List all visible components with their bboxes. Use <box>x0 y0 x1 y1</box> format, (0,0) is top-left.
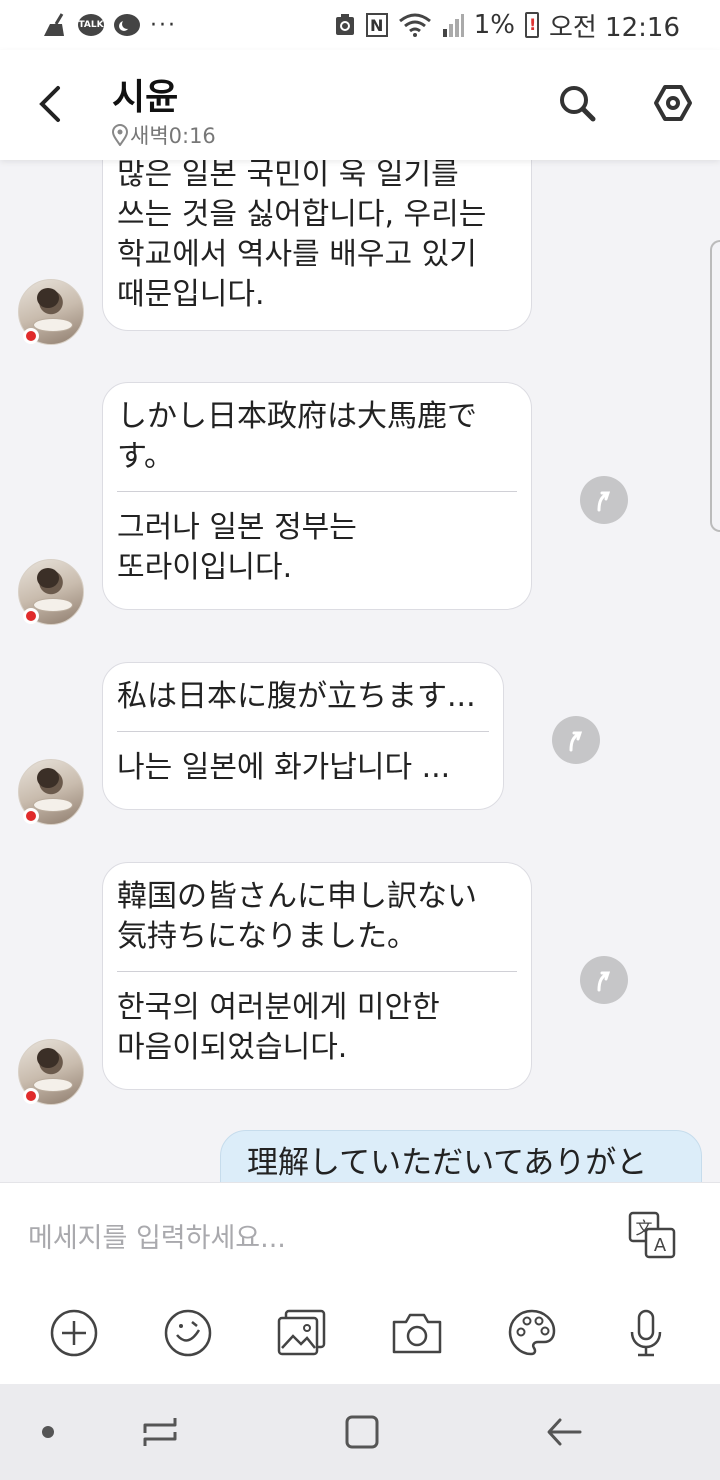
translated-text: 또라이입니다. <box>117 550 293 585</box>
add-button[interactable] <box>42 1301 106 1365</box>
mic-icon <box>630 1309 662 1357</box>
translate-toggle-button[interactable] <box>580 956 628 1004</box>
signal-icon <box>442 13 464 37</box>
unread-dot <box>23 608 39 624</box>
message-bubble[interactable]: 私は日本に腹が立ちます... 나는 일본에 화가납니다 ... <box>102 662 504 810</box>
compose-area: 文 A <box>0 1182 720 1384</box>
original-text: す。 <box>117 439 174 474</box>
message-text: 학교에서 역사를 배우고 있기 <box>117 237 477 272</box>
avatar[interactable] <box>18 1039 84 1105</box>
translate-icon: 文 A <box>628 1211 676 1259</box>
message-text: 쓰는 것을 싫어합니다, 우리는 <box>117 197 487 232</box>
translation-divider <box>117 731 489 732</box>
add-icon <box>50 1309 98 1357</box>
side-panel-handle[interactable] <box>710 240 720 532</box>
dot-icon <box>42 1426 54 1438</box>
kakaotalk-icon: TALK <box>78 14 104 36</box>
nfc-icon: N <box>365 13 388 37</box>
svg-text:A: A <box>654 1235 667 1256</box>
mic-button[interactable] <box>614 1301 678 1365</box>
avatar[interactable] <box>18 759 84 825</box>
last-seen-time: 새벽0:16 <box>130 124 216 148</box>
home-icon <box>345 1415 379 1449</box>
chat-title: 시윤 <box>112 77 179 118</box>
my-message-bubble[interactable]: 理解していただいてありがと <box>220 1130 702 1182</box>
my-message-text: 理解していただいてありがと <box>247 1145 648 1181</box>
moon-icon <box>114 14 140 36</box>
hexagon-settings-icon <box>654 85 692 121</box>
chat-subtitle: 새벽0:16 <box>112 120 216 150</box>
system-nav-bar <box>0 1384 720 1480</box>
settings-button[interactable] <box>648 78 698 128</box>
message-bubble[interactable]: 많은 일본 국민이 욱 일기를 쓰는 것을 싫어합니다, 우리는 학교에서 역사… <box>102 160 532 331</box>
gallery-button[interactable] <box>270 1301 334 1365</box>
translation-divider <box>117 491 517 492</box>
palette-button[interactable] <box>500 1301 564 1365</box>
translated-text: 마음이되었습니다. <box>117 1030 348 1065</box>
recents-icon <box>143 1418 177 1446</box>
camera-icon <box>392 1313 442 1354</box>
original-text: 韓国の皆さんに申し訳ない <box>117 879 477 914</box>
wifi-icon <box>398 13 432 37</box>
compose-toolbar <box>0 1301 720 1365</box>
back-button[interactable] <box>28 80 72 128</box>
battery-low-icon <box>524 12 539 38</box>
location-pin-icon <box>112 124 128 146</box>
original-text: 私は日本に腹が立ちます... <box>117 679 476 714</box>
status-bar: TALK ··· N 1% 오전 12:16 <box>0 0 720 50</box>
translation-divider <box>117 971 517 972</box>
original-text: 気持ちになりました。 <box>117 919 417 954</box>
camera-button[interactable] <box>385 1301 449 1365</box>
nav-dot-button[interactable] <box>24 1408 72 1456</box>
unread-dot <box>23 1088 39 1104</box>
recents-button[interactable] <box>136 1408 184 1456</box>
avatar[interactable] <box>18 279 84 345</box>
rotate-arrow-icon <box>597 971 611 992</box>
translated-text: 그러나 일본 정부는 <box>117 510 357 545</box>
nav-back-button[interactable] <box>540 1408 588 1456</box>
translate-toggle-button[interactable] <box>580 476 628 524</box>
gallery-icon <box>277 1309 326 1356</box>
palette-icon <box>508 1309 556 1356</box>
battery-percent: 1% <box>473 10 515 40</box>
more-notifications-icon: ··· <box>150 12 177 38</box>
search-button[interactable] <box>552 78 602 128</box>
message-input[interactable] <box>28 1213 588 1263</box>
translate-button[interactable]: 文 A <box>628 1211 678 1261</box>
chevron-left-icon <box>39 86 60 122</box>
message-text: 많은 일본 국민이 욱 일기를 <box>117 160 459 192</box>
message-bubble[interactable]: しかし日本政府は大馬鹿で す。 그러나 일본 정부는 또라이입니다. <box>102 382 532 610</box>
rotate-arrow-icon <box>597 491 611 512</box>
translated-text: 나는 일본에 화가납니다 ... <box>117 750 451 785</box>
message-text: 때문입니다. <box>117 277 265 312</box>
original-text: しかし日本政府は大馬鹿で <box>117 399 477 434</box>
back-arrow-icon <box>547 1418 582 1446</box>
cleaner-icon <box>40 12 68 38</box>
emoji-icon <box>164 1309 212 1357</box>
clock: 오전 12:16 <box>548 12 680 43</box>
unread-dot <box>23 328 39 344</box>
message-bubble[interactable]: 韓国の皆さんに申し訳ない 気持ちになりました。 한국의 여러분에게 미안한 마음… <box>102 862 532 1090</box>
avatar[interactable] <box>18 559 84 625</box>
unread-dot <box>23 808 39 824</box>
home-button[interactable] <box>338 1408 386 1456</box>
chat-header: 시윤 새벽0:16 <box>0 50 720 160</box>
chat-message-list[interactable]: 많은 일본 국민이 욱 일기를 쓰는 것을 싫어합니다, 우리는 학교에서 역사… <box>0 160 720 1182</box>
translated-text: 한국의 여러분에게 미안한 <box>117 990 440 1025</box>
rotate-arrow-icon <box>569 731 583 752</box>
translate-toggle-button[interactable] <box>552 716 600 764</box>
recycle-icon <box>334 13 356 37</box>
search-icon <box>560 86 596 122</box>
emoji-button[interactable] <box>156 1301 220 1365</box>
